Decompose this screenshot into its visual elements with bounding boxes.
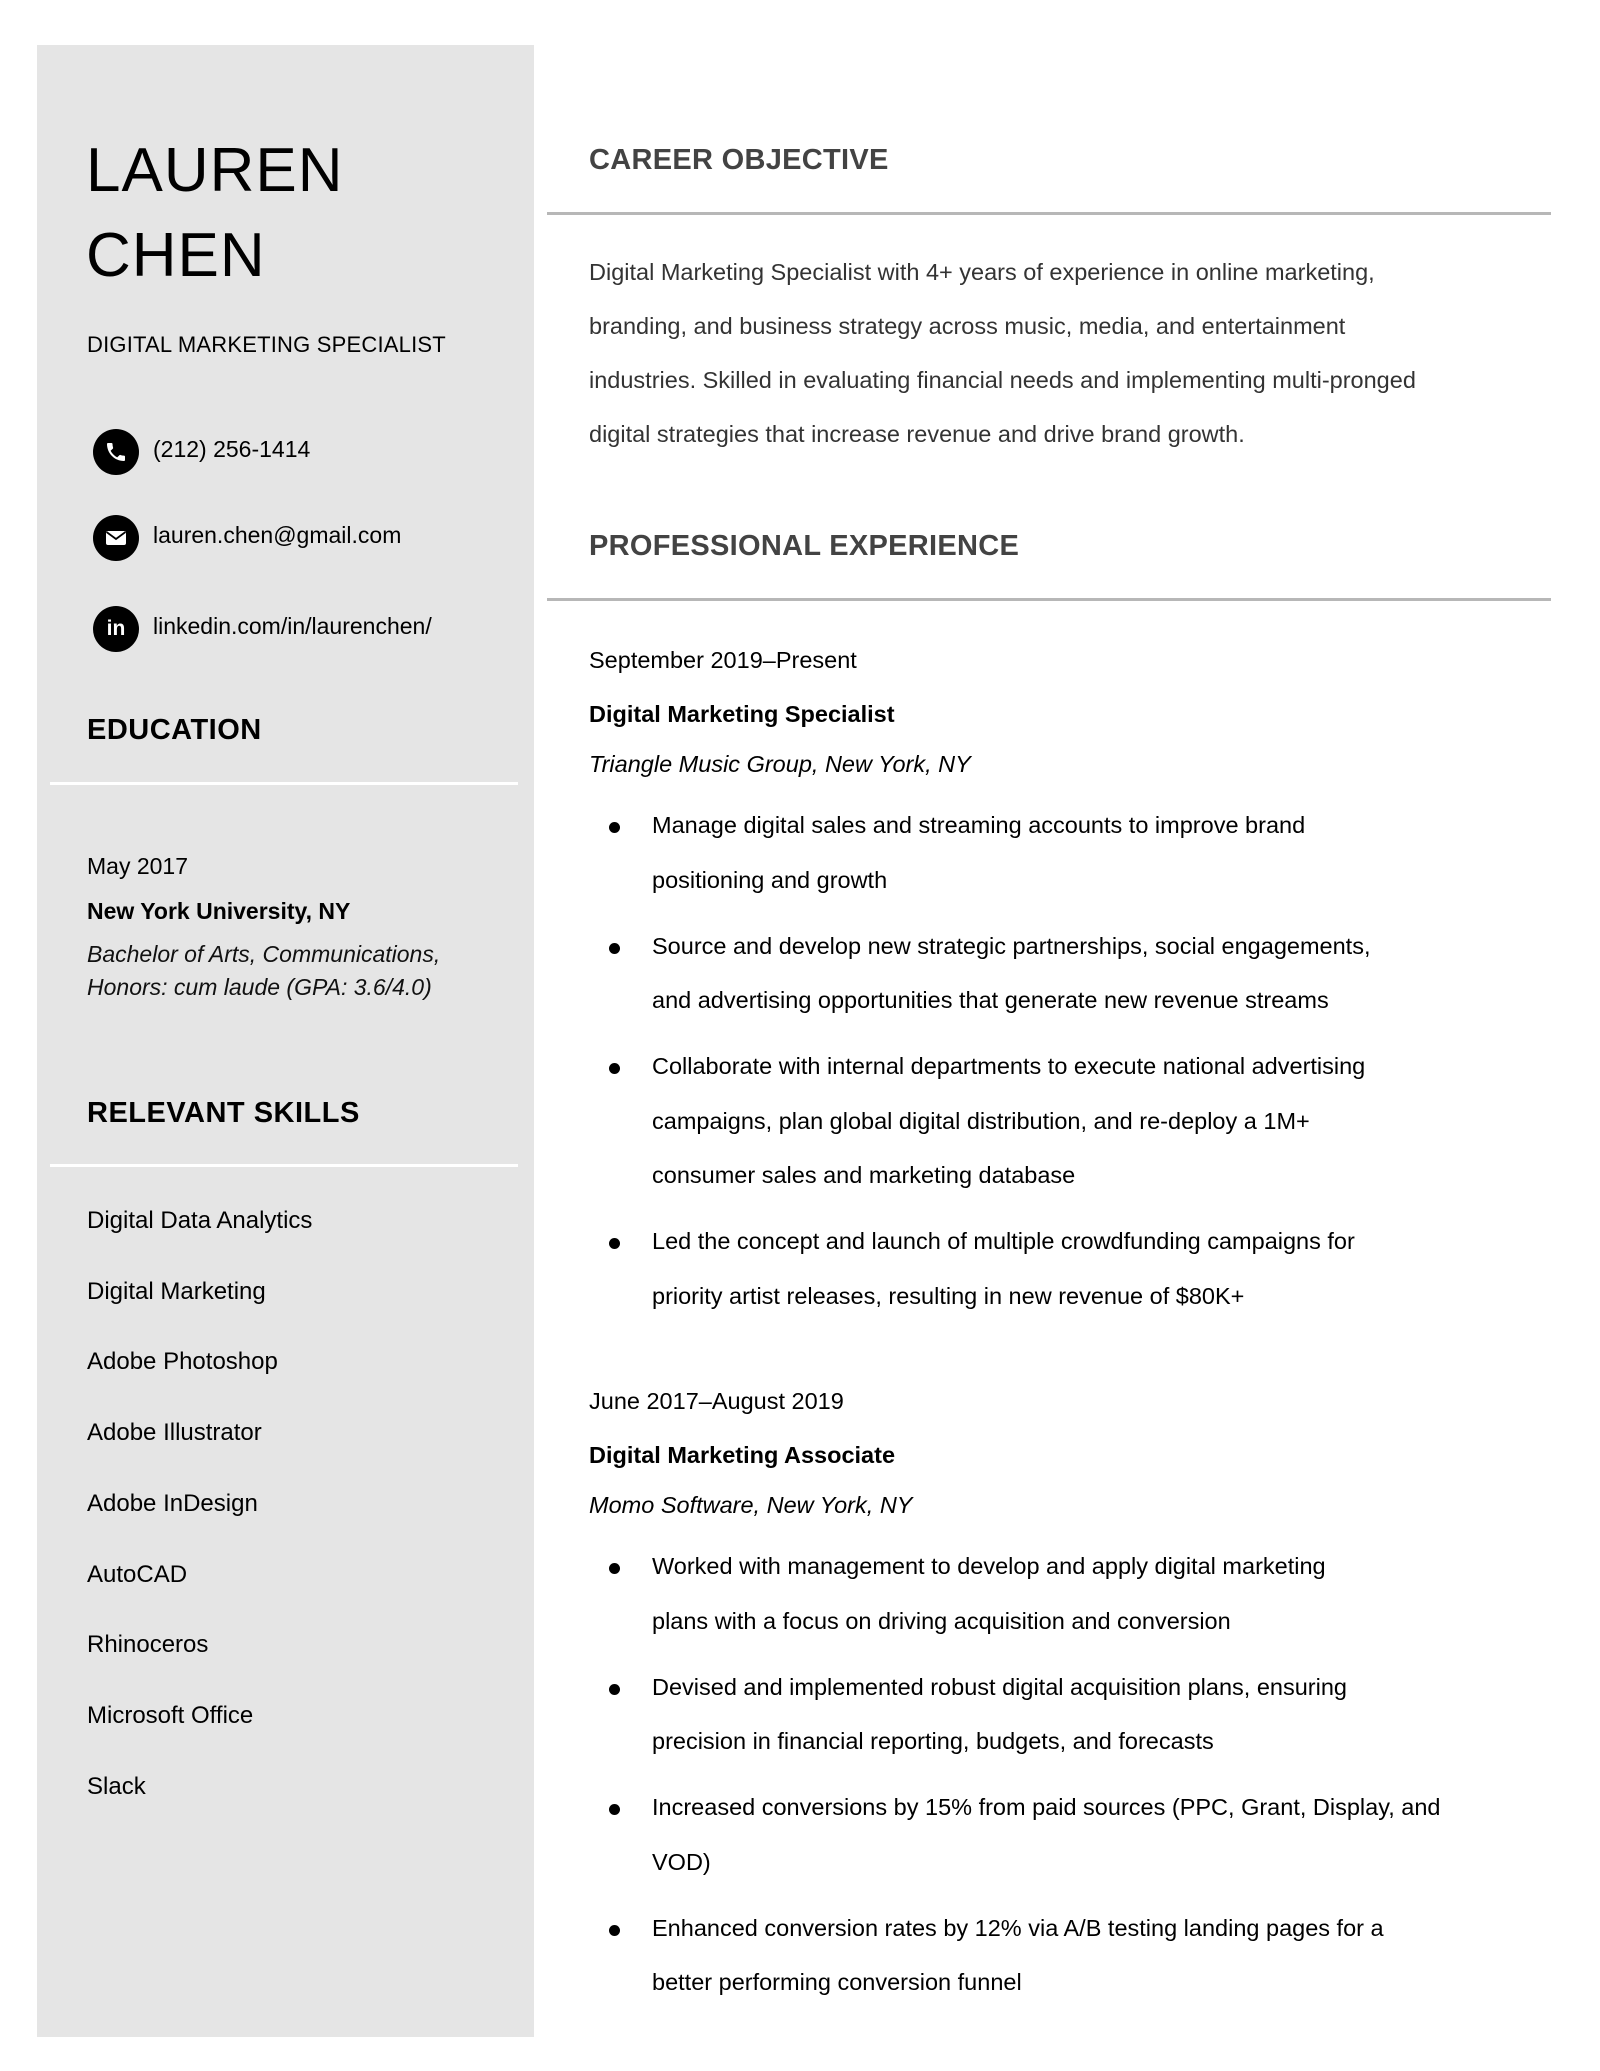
job-bullet-line: better performing conversion funnel bbox=[652, 1969, 1022, 1995]
bullet-icon bbox=[609, 1563, 620, 1574]
education-degree: Bachelor of Arts, Communications, bbox=[87, 941, 441, 967]
skill-item: Microsoft Office bbox=[87, 1701, 254, 1729]
objective-heading: CAREER OBJECTIVE bbox=[589, 144, 889, 176]
job-dates: September 2019–Present bbox=[589, 647, 857, 673]
job-bullet-line: Source and develop new strategic partner… bbox=[652, 932, 1371, 959]
skills-heading: RELEVANT SKILLS bbox=[87, 1097, 360, 1129]
job-bullet-line: and advertising opportunities that gener… bbox=[652, 987, 1329, 1013]
bullet-icon bbox=[609, 822, 620, 833]
objective-line: Digital Marketing Specialist with 4+ yea… bbox=[589, 259, 1375, 285]
profile-title: DIGITAL MARKETING SPECIALIST bbox=[87, 332, 446, 357]
skill-item: Slack bbox=[87, 1772, 146, 1800]
objective-line: digital strategies that increase revenue… bbox=[589, 421, 1245, 447]
job-bullet-line: Enhanced conversion rates by 12% via A/B… bbox=[652, 1914, 1384, 1941]
linkedin-icon: in bbox=[93, 606, 139, 652]
job-bullet-line: VOD) bbox=[652, 1848, 711, 1875]
bullet-icon bbox=[609, 942, 620, 954]
job-bullet-line: priority artist releases, resulting in n… bbox=[652, 1282, 1245, 1309]
job-bullet-line: Manage digital sales and streaming accou… bbox=[652, 812, 1306, 838]
objective-line: industries. Skilled in evaluating financ… bbox=[589, 367, 1416, 393]
first-name: LAUREN bbox=[86, 136, 344, 205]
skill-item: Adobe InDesign bbox=[87, 1489, 258, 1517]
skill-item: Adobe Photoshop bbox=[87, 1348, 278, 1376]
email-icon bbox=[93, 515, 139, 561]
last-name: CHEN bbox=[86, 221, 266, 290]
education-divider bbox=[50, 782, 518, 785]
education-school: New York University, NY bbox=[87, 898, 351, 924]
bullet-icon bbox=[609, 1924, 620, 1936]
skill-item: Digital Data Analytics bbox=[87, 1207, 313, 1234]
job-bullet-line: plans with a focus on driving acquisitio… bbox=[652, 1607, 1231, 1634]
job-bullet-line: precision in financial reporting, budget… bbox=[652, 1728, 1214, 1754]
bullet-icon bbox=[609, 1063, 620, 1074]
job-bullet-line: Led the concept and launch of multiple c… bbox=[652, 1228, 1355, 1254]
education-heading: EDUCATION bbox=[87, 714, 262, 746]
job-bullet-line: Worked with management to develop and ap… bbox=[652, 1553, 1326, 1579]
skill-item: Digital Marketing bbox=[87, 1277, 266, 1305]
skill-item: Rhinoceros bbox=[87, 1631, 209, 1659]
objective-line: branding, and business strategy across m… bbox=[589, 313, 1346, 339]
job-title: Digital Marketing Associate bbox=[589, 1442, 896, 1468]
job-company: Momo Software, New York, NY bbox=[589, 1492, 913, 1518]
job-bullet-line: Devised and implemented robust digital a… bbox=[652, 1673, 1347, 1700]
linkedin-url[interactable]: linkedin.com/in/laurenchen/ bbox=[153, 613, 432, 640]
bullet-icon bbox=[609, 1238, 620, 1249]
job-bullet-line: Increased conversions by 15% from paid s… bbox=[652, 1794, 1441, 1820]
job-title: Digital Marketing Specialist bbox=[589, 701, 895, 727]
job-bullet-line: consumer sales and marketing database bbox=[652, 1162, 1076, 1188]
job-bullet-line: campaigns, plan global digital distribut… bbox=[652, 1107, 1310, 1134]
email-address[interactable]: lauren.chen@gmail.com bbox=[153, 522, 401, 549]
skill-item: AutoCAD bbox=[87, 1560, 188, 1588]
job-dates: June 2017–August 2019 bbox=[589, 1388, 844, 1414]
experience-divider bbox=[547, 598, 1551, 601]
education-honors: Honors: cum laude (GPA: 3.6/4.0) bbox=[87, 974, 432, 1000]
phone-icon bbox=[93, 429, 139, 475]
skill-item: Adobe Illustrator bbox=[87, 1419, 262, 1447]
education-date: May 2017 bbox=[87, 853, 189, 879]
skills-divider bbox=[50, 1164, 518, 1167]
job-bullet-line: Collaborate with internal departments to… bbox=[652, 1053, 1366, 1079]
linkedin-glyph: in bbox=[106, 617, 126, 640]
bullet-icon bbox=[609, 1683, 620, 1695]
job-bullet-line: positioning and growth bbox=[652, 866, 888, 893]
bullet-icon bbox=[609, 1804, 620, 1815]
job-company: Triangle Music Group, New York, NY bbox=[589, 751, 971, 777]
phone-number[interactable]: (212) 256-1414 bbox=[153, 436, 310, 463]
experience-heading: PROFESSIONAL EXPERIENCE bbox=[589, 530, 1020, 562]
objective-divider bbox=[547, 212, 1551, 215]
